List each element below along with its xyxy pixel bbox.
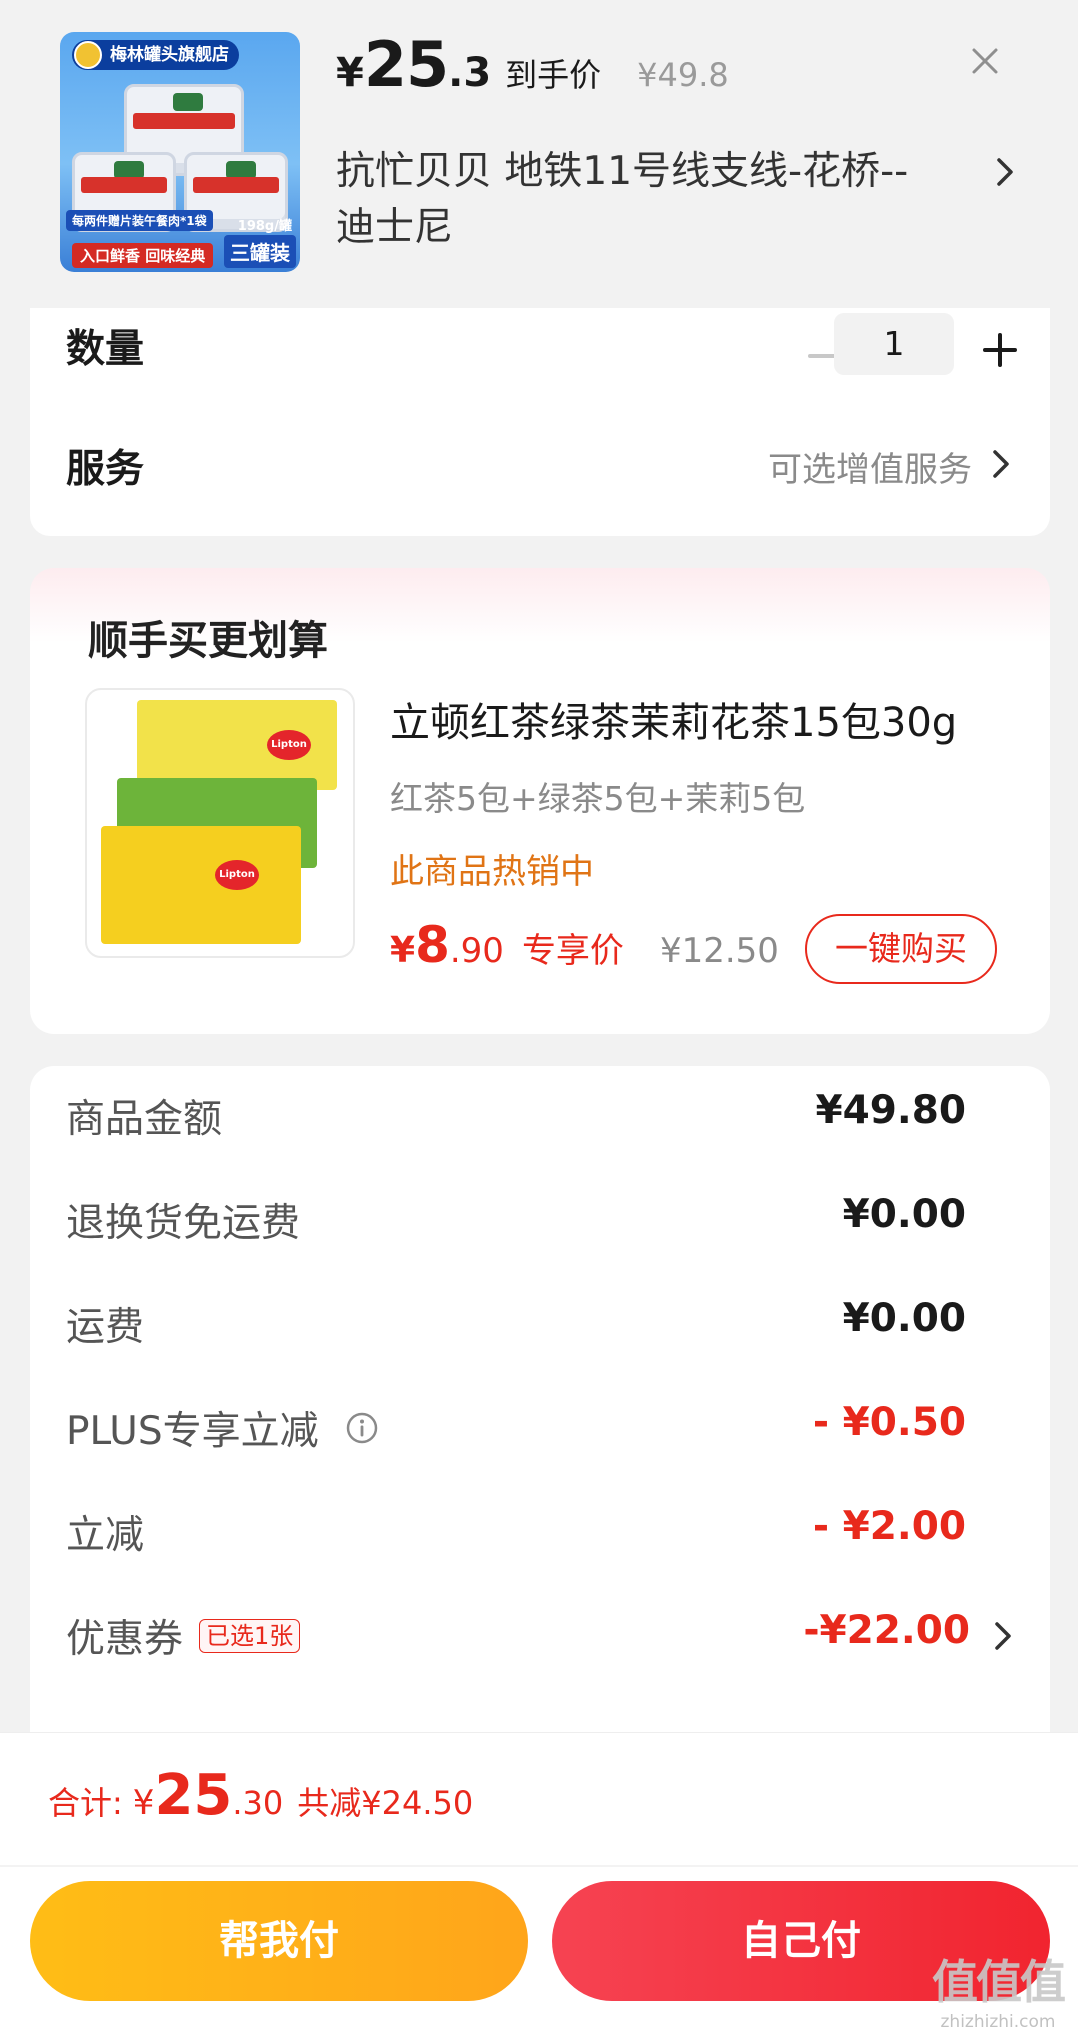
- upsell-product-spec: 红茶5包+绿茶5包+茉莉5包: [390, 779, 806, 818]
- upsell-product-name[interactable]: 立顿红茶绿茶茉莉花茶15包30g: [390, 690, 957, 748]
- fee-row: 运费 ¥0.00: [30, 1274, 1050, 1378]
- close-icon: [972, 48, 998, 74]
- coupon-value: -¥22.00: [803, 1608, 970, 1653]
- fee-row: 退换货免运费 ¥0.00: [30, 1170, 1050, 1274]
- image-slogan-text: 入口鲜香 回味经典: [72, 243, 214, 268]
- order-options-card: 数量 1 服务 可选增值服务: [30, 308, 1050, 536]
- checkout-page: 梅林罐头旗舰店 每两件赠片装午餐肉*1袋 198g/罐 入口鲜香 回味经典 三罐…: [0, 0, 1078, 2040]
- fee-value: - ¥2.00: [812, 1504, 966, 1549]
- price-breakdown-card: 商品金额 ¥49.80 退换货免运费 ¥0.00 运费 ¥0.00 PLUS专享…: [30, 1066, 1050, 1746]
- total-saved: 共减¥24.50: [297, 1784, 474, 1822]
- quantity-label: 数量: [66, 327, 145, 372]
- chevron-right-icon[interactable]: [986, 442, 1016, 486]
- fee-label: 运费: [66, 1305, 145, 1350]
- fee-value: - ¥0.50: [812, 1400, 966, 1445]
- fee-label: 立减: [66, 1513, 145, 1558]
- image-promo-text: 每两件赠片装午餐肉*1袋: [66, 210, 213, 231]
- store-logo-icon: [74, 41, 102, 69]
- upsell-original-price: ¥12.50: [659, 931, 779, 971]
- divider: [0, 1865, 1078, 1867]
- chevron-right-icon[interactable]: [988, 1614, 1018, 1658]
- store-badge: 梅林罐头旗舰店: [72, 40, 239, 70]
- one-click-buy-button[interactable]: 一键购买: [805, 914, 997, 984]
- tea-pack-image: [101, 826, 301, 944]
- chevron-right-icon[interactable]: [990, 150, 1020, 194]
- fee-label: 商品金额: [66, 1097, 223, 1142]
- fee-row: PLUS专享立减 - ¥0.50: [30, 1378, 1050, 1482]
- price-tag: 到手价: [505, 56, 602, 94]
- service-label: 服务: [66, 447, 145, 492]
- fee-label: 退换货免运费: [66, 1201, 301, 1246]
- original-price: ¥49.8: [637, 56, 729, 94]
- fee-value: ¥0.00: [842, 1192, 966, 1237]
- info-icon[interactable]: [345, 1411, 379, 1445]
- upsell-price-tag: 专享价: [521, 931, 624, 971]
- plus-icon: [983, 333, 1017, 367]
- product-header: 梅林罐头旗舰店 每两件赠片装午餐肉*1袋 198g/罐 入口鲜香 回味经典 三罐…: [0, 0, 1078, 300]
- lipton-logo: Lipton: [267, 730, 311, 760]
- image-pack-text: 三罐装: [224, 235, 296, 268]
- image-weight-text: 198g/罐: [237, 219, 292, 234]
- help-pay-button[interactable]: 帮我付: [30, 1881, 528, 2001]
- coupon-selected-badge: 已选1张: [199, 1619, 301, 1653]
- fee-value: ¥0.00: [842, 1296, 966, 1341]
- service-hint[interactable]: 可选增值服务: [768, 442, 972, 491]
- close-button[interactable]: [960, 36, 1010, 86]
- upsell-price: ¥ 8 .90 专享价 ¥12.50: [390, 916, 779, 974]
- product-image[interactable]: 梅林罐头旗舰店 每两件赠片装午餐肉*1袋 198g/罐 入口鲜香 回味经典 三罐…: [60, 32, 300, 272]
- quantity-increase-button[interactable]: [972, 322, 1028, 378]
- final-price: ¥ 25 .3 到手价 ¥49.8: [336, 28, 729, 101]
- checkout-bar: 合计: ¥ 25 .30 共减¥24.50 帮我付 自己付: [0, 1732, 1078, 2040]
- coupon-row[interactable]: 优惠券 已选1张 -¥22.00: [30, 1586, 1050, 1690]
- upsell-title: 顺手买更划算: [88, 618, 328, 664]
- lipton-logo: Lipton: [215, 860, 259, 890]
- fee-row: 立减 - ¥2.00: [30, 1482, 1050, 1586]
- fee-row: 商品金额 ¥49.80: [30, 1066, 1050, 1170]
- upsell-product-image[interactable]: Lipton Lipton: [85, 688, 355, 958]
- fee-label: PLUS专享立减: [66, 1400, 379, 1456]
- upsell-card: 顺手买更划算 Lipton Lipton 立顿红茶绿茶茉莉花茶15包30g 红茶…: [30, 568, 1050, 1034]
- fee-label: 优惠券 已选1张: [66, 1608, 301, 1664]
- upsell-hot-label: 此商品热销中: [390, 852, 594, 892]
- total-amount: 合计: ¥ 25 .30 共减¥24.50: [48, 1763, 474, 1828]
- fee-value: ¥49.80: [815, 1088, 967, 1133]
- watermark: 值值值 zhizhizhi.com: [932, 1955, 1066, 2032]
- delivery-address[interactable]: 抗忙贝贝 地铁11号线支线-花桥--迪士尼: [336, 144, 916, 256]
- quantity-input[interactable]: 1: [834, 313, 954, 375]
